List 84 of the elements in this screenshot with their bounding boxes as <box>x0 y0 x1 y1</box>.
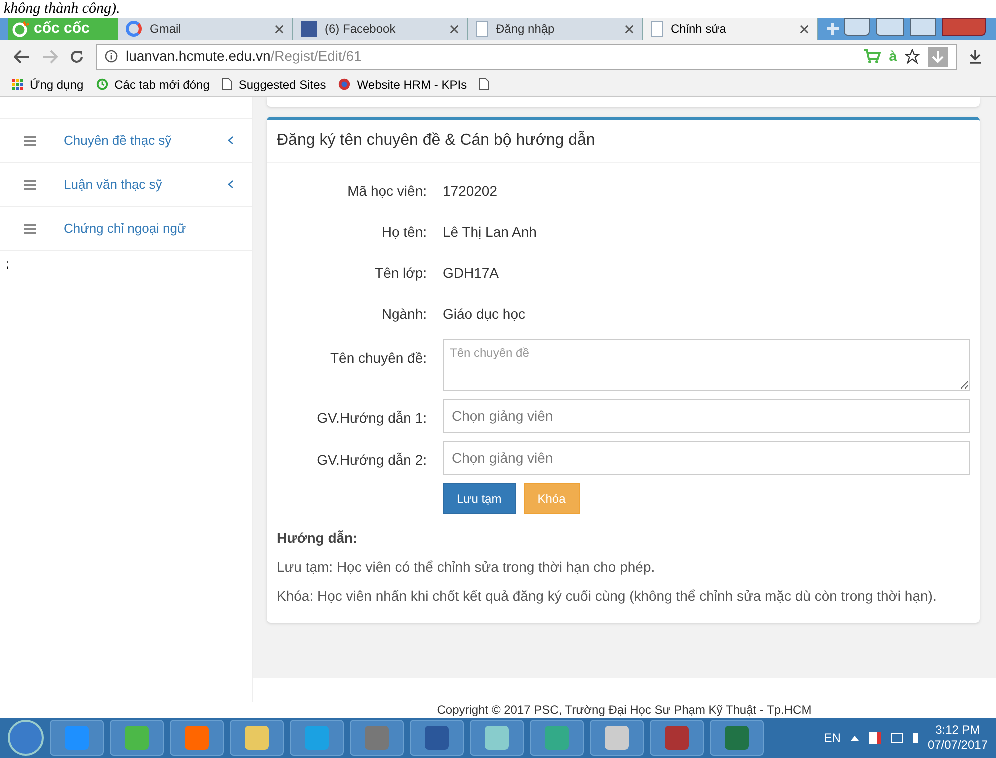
bookmark-link[interactable]: Các tab mới đóng <box>114 76 210 94</box>
app-icon[interactable] <box>650 720 704 756</box>
sidebar-label: Chuyên đề thạc sỹ <box>64 132 173 150</box>
clock-date[interactable]: 07/07/2017 <box>928 738 988 753</box>
tab-title: (6) Facebook <box>325 21 397 38</box>
sidebar-label: Chứng chỉ ngoại ngữ <box>64 220 188 238</box>
field-value: GDH17A <box>443 264 500 283</box>
app-icon[interactable] <box>350 720 404 756</box>
browser-tab[interactable]: Gmail <box>118 18 293 40</box>
language-indicator[interactable]: EN <box>824 729 841 747</box>
start-button[interactable] <box>8 720 44 756</box>
close-window-button[interactable] <box>942 18 986 36</box>
forward-icon[interactable] <box>42 50 58 64</box>
page-icon <box>479 78 490 91</box>
browser-tab[interactable]: Chỉnh sửa <box>643 18 818 40</box>
field-label: Tên lớp: <box>374 264 428 283</box>
sidebar-item[interactable]: Chứng chỉ ngoại ngữ <box>0 207 252 251</box>
cart-icon[interactable] <box>863 49 882 64</box>
chevron-icon <box>228 180 234 189</box>
field-label: Ngành: <box>380 305 428 324</box>
browser-tab[interactable]: (6) Facebook <box>293 18 468 40</box>
app-icon[interactable] <box>230 720 284 756</box>
close-icon[interactable] <box>800 24 809 34</box>
chevron-icon <box>228 136 234 145</box>
page-icon <box>476 21 488 37</box>
app-icon[interactable] <box>410 720 464 756</box>
list-icon <box>24 180 36 190</box>
action-button[interactable]: Lưu tạm <box>443 483 516 514</box>
url-text: luanvan.hcmute.edu.vn/Regist/Edit/61 <box>126 47 363 66</box>
tray-arrow-icon[interactable] <box>850 736 859 740</box>
star-icon[interactable] <box>905 49 920 64</box>
sidebar-label: Luận văn thạc sỹ <box>64 176 164 194</box>
tab-title: Gmail <box>150 21 182 38</box>
app-icon[interactable] <box>590 720 644 756</box>
close-icon[interactable] <box>275 24 284 34</box>
app-icon[interactable] <box>710 720 764 756</box>
sidebar-item[interactable]: Chuyên đề thạc sỹ <box>0 119 252 163</box>
help-title: Hướng dẫn: <box>277 529 359 548</box>
apps-grid-icon <box>12 78 24 90</box>
bookmark-link[interactable]: Suggested Sites <box>238 76 326 94</box>
address-field[interactable]: luanvan.hcmute.edu.vn/Regist/Edit/61 à <box>96 44 957 70</box>
minimize-button[interactable] <box>876 18 904 36</box>
reload-icon[interactable] <box>70 50 84 64</box>
google-icon <box>126 21 142 37</box>
field-value: Giáo dục học <box>443 305 526 324</box>
caption-text: không thành công). <box>3 0 120 18</box>
back-icon[interactable] <box>14 50 30 64</box>
history-icon <box>96 78 109 91</box>
close-icon[interactable] <box>625 24 634 34</box>
page-icon <box>651 21 663 37</box>
page-icon <box>222 78 233 91</box>
info-icon[interactable] <box>105 50 118 63</box>
help-text: Khóa: Học viên nhấn khi chốt kết quả đăng ký cuối cùng (không thể chỉnh sửa mặc dù còn trong thời hạn). <box>277 587 938 606</box>
clock-time[interactable]: 3:12 PM <box>936 723 980 738</box>
field-value: 1720202 <box>443 182 498 201</box>
browser-tab[interactable]: Đăng nhập <box>468 18 643 40</box>
bookmark-link[interactable]: Ứng dụng <box>30 76 84 94</box>
lecturer-select[interactable]: Chọn giảng viên <box>443 399 970 433</box>
field-value: Lê Thị Lan Anh <box>443 223 537 242</box>
lecturer-select[interactable]: Chọn giảng viên <box>443 441 970 475</box>
panel-title: Đăng ký tên chuyên đề & Cán bộ hướng dẫn <box>267 120 980 163</box>
field-label: Tên chuyên đề: <box>329 349 428 368</box>
new-tab-icon[interactable] <box>826 22 840 36</box>
list-icon <box>24 224 36 234</box>
bookmark-link[interactable]: Website HRM - KPIs <box>357 76 468 94</box>
sidebar-item[interactable]: Luận văn thạc sỹ <box>0 163 252 207</box>
brand-text: cốc cốc <box>34 18 90 39</box>
close-icon[interactable] <box>450 24 459 34</box>
topic-field[interactable]: Tên chuyên đề <box>443 339 970 391</box>
tab-title: Đăng nhập <box>496 21 556 38</box>
stray-text: ; <box>5 256 10 273</box>
help-text: Lưu tạm: Học viên có thể chỉnh sửa trong thời hạn cho phép. <box>277 558 656 577</box>
tab-title: Chỉnh sửa <box>671 21 728 38</box>
field-label: GV.Hướng dẫn 2: <box>316 451 428 470</box>
globe-icon <box>338 78 352 91</box>
download-icon[interactable] <box>969 49 982 64</box>
copyright-text: Copyright © 2017 PSC, Trường Đại Học Sư Phạm Kỹ Thuật - Tp.HCM <box>437 702 812 718</box>
logo-icon <box>12 20 30 38</box>
field-label: Họ tên: <box>380 223 428 242</box>
field-label: GV.Hướng dẫn 1: <box>316 409 428 428</box>
app-icon[interactable] <box>470 720 524 756</box>
list-icon <box>24 136 36 146</box>
field-label: Mã học viên: <box>346 182 428 201</box>
maximize-button[interactable] <box>910 18 936 36</box>
